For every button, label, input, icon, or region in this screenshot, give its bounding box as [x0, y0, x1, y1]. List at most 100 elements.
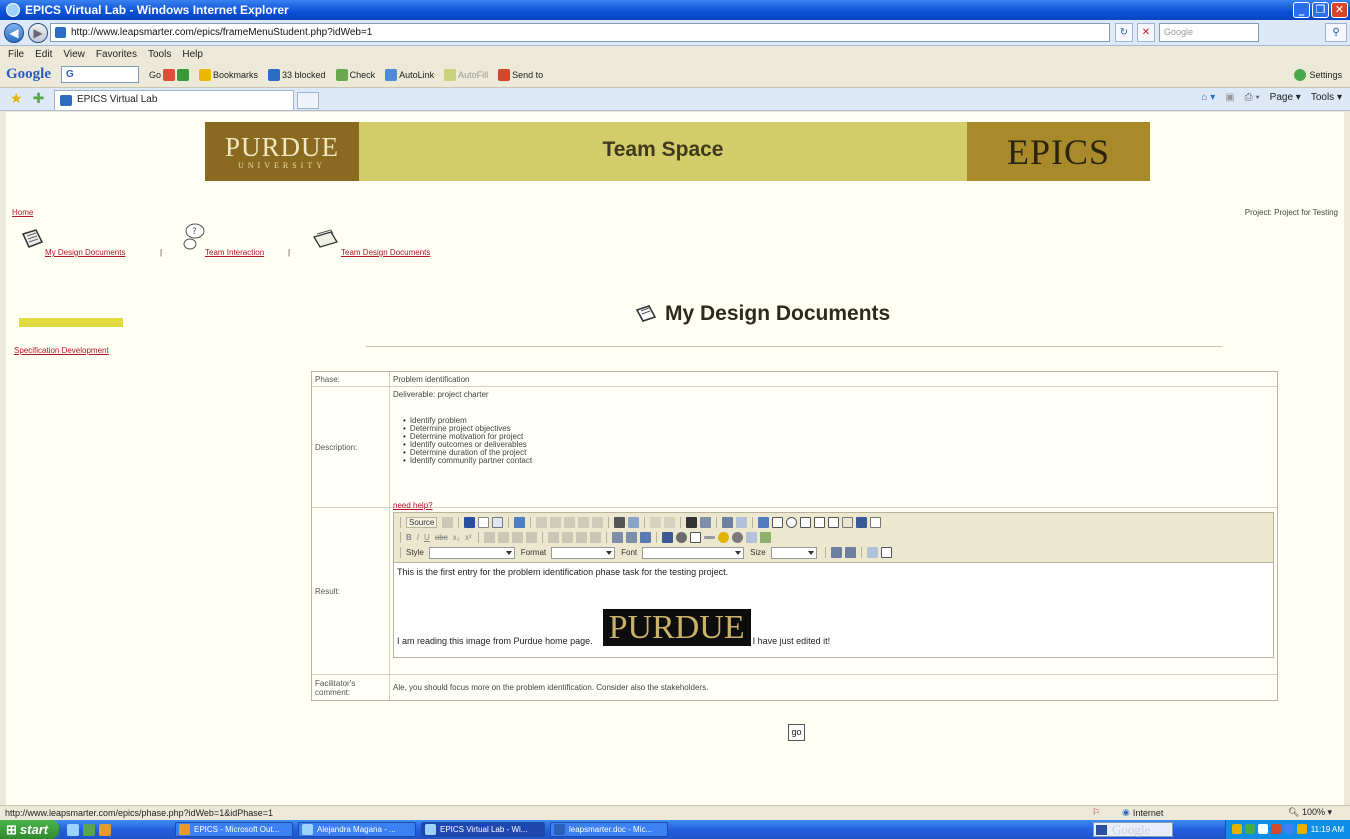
numbered-list-icon[interactable] — [484, 532, 496, 543]
new-tab-button[interactable] — [297, 92, 319, 109]
textarea-icon[interactable] — [814, 517, 826, 528]
font-select[interactable] — [642, 546, 745, 559]
underline-icon[interactable]: U — [424, 533, 430, 542]
search-go-icon[interactable]: ⚲ — [1325, 23, 1347, 42]
stop-button[interactable]: ✕ — [1137, 23, 1155, 42]
send-to-button[interactable]: Send to — [498, 68, 543, 81]
maximize-editor-icon[interactable] — [866, 547, 878, 558]
form-icon[interactable] — [758, 517, 770, 528]
insert-html-icon[interactable] — [760, 532, 772, 543]
purdue-image[interactable]: PURDUE — [602, 609, 751, 646]
check-button[interactable]: Check — [335, 68, 375, 81]
close-button[interactable]: ✕ — [1331, 2, 1348, 18]
print-preview-icon[interactable] — [492, 517, 504, 528]
home-icon[interactable]: ⌂ ▾ — [1201, 92, 1215, 103]
tray-icon[interactable] — [1232, 824, 1242, 834]
special-char-icon[interactable] — [732, 532, 744, 543]
bookmarks-button[interactable]: Bookmarks — [199, 68, 258, 81]
horizontal-rule-icon[interactable] — [704, 536, 716, 539]
image-icon[interactable] — [662, 532, 674, 543]
templates-icon[interactable] — [514, 517, 526, 528]
tray-icon[interactable] — [1297, 824, 1307, 834]
bold-icon[interactable]: B — [406, 533, 412, 542]
specification-development-link[interactable]: Specification Development — [14, 346, 109, 355]
active-phase-problem-identification[interactable] — [19, 318, 123, 327]
maximize-button[interactable]: ❐ — [1312, 2, 1329, 18]
hidden-field-icon[interactable] — [870, 517, 882, 528]
start-button[interactable]: ⊞ start — [0, 820, 59, 839]
quick-ie-icon[interactable] — [67, 823, 79, 836]
tab-epics-virtual-lab[interactable]: EPICS Virtual Lab — [54, 90, 294, 110]
subscript-icon[interactable]: x₂ — [453, 533, 460, 542]
task-epics-virtual-lab[interactable]: EPICS Virtual Lab - Wi... — [421, 822, 545, 837]
search-input[interactable]: Google — [1159, 23, 1259, 42]
about-icon[interactable] — [880, 547, 892, 558]
back-button[interactable]: ◀ — [4, 22, 24, 43]
justify-icon[interactable] — [590, 532, 602, 543]
text-color-icon[interactable] — [830, 547, 842, 558]
refresh-button[interactable]: ↻ — [1115, 23, 1133, 42]
google-search-input[interactable]: G — [61, 66, 139, 83]
image-button-icon[interactable] — [856, 517, 868, 528]
size-select[interactable] — [770, 546, 817, 559]
quick-outlook-icon[interactable] — [99, 823, 111, 836]
menu-help[interactable]: Help — [182, 49, 203, 60]
copy-icon[interactable] — [550, 517, 562, 528]
minimize-button[interactable]: _ — [1293, 2, 1310, 18]
page-menu[interactable]: Page ▾ — [1270, 92, 1301, 103]
google-go-button[interactable]: Go — [149, 68, 190, 81]
preview-icon[interactable] — [442, 517, 454, 528]
menu-favorites[interactable]: Favorites — [96, 49, 137, 60]
home-link[interactable]: Home — [12, 208, 33, 217]
remove-format-icon[interactable] — [736, 517, 748, 528]
superscript-icon[interactable]: x² — [465, 533, 472, 542]
button-field-icon[interactable] — [842, 517, 854, 528]
tray-icon[interactable] — [1245, 824, 1255, 834]
settings-button[interactable]: Settings — [1294, 69, 1342, 81]
forward-button[interactable]: ▶ — [28, 22, 48, 43]
anchor-icon[interactable] — [640, 532, 652, 543]
save-icon[interactable] — [464, 517, 476, 528]
task-outlook[interactable]: EPICS - Microsoft Out... — [175, 822, 293, 837]
align-center-icon[interactable] — [562, 532, 574, 543]
paste-icon[interactable] — [564, 517, 576, 528]
undo-icon[interactable] — [650, 517, 662, 528]
team-documents-icon[interactable] — [311, 228, 341, 250]
background-color-icon[interactable] — [844, 547, 856, 558]
tools-menu[interactable]: Tools ▾ — [1311, 92, 1342, 103]
spellcheck-icon[interactable] — [628, 517, 640, 528]
paste-word-icon[interactable] — [592, 517, 604, 528]
radio-icon[interactable] — [786, 517, 798, 528]
task-word-doc[interactable]: leapsmarter.doc - Mic... — [550, 822, 668, 837]
print-icon[interactable]: ⎙ ▾ — [1245, 92, 1260, 103]
find-icon[interactable] — [686, 517, 698, 528]
team-interaction-link[interactable]: Team Interaction — [205, 248, 264, 257]
menu-edit[interactable]: Edit — [35, 49, 52, 60]
source-button[interactable]: Source — [406, 517, 438, 528]
add-favorites-icon[interactable]: ✚ — [33, 91, 45, 107]
tray-icon[interactable] — [1284, 824, 1294, 834]
autofill-button[interactable]: AutoFill — [444, 68, 488, 81]
italic-icon[interactable]: I — [417, 533, 419, 542]
select-all-icon[interactable] — [722, 517, 734, 528]
strike-icon[interactable]: abc — [435, 533, 448, 542]
select-field-icon[interactable] — [828, 517, 840, 528]
team-design-documents-link[interactable]: Team Design Documents — [341, 248, 430, 257]
checkbox-icon[interactable] — [772, 517, 784, 528]
autolink-button[interactable]: AutoLink — [385, 68, 434, 81]
menu-tools[interactable]: Tools — [148, 49, 171, 60]
menu-file[interactable]: File — [8, 49, 24, 60]
page-break-icon[interactable] — [746, 532, 758, 543]
design-documents-icon[interactable] — [20, 228, 46, 250]
style-select[interactable] — [428, 546, 515, 559]
smiley-icon[interactable] — [718, 532, 730, 543]
popup-blocked-button[interactable]: 33 blocked — [268, 68, 326, 81]
textfield-icon[interactable] — [800, 517, 812, 528]
url-input[interactable]: http://www.leapsmarter.com/epics/frameMe… — [50, 23, 1110, 42]
menu-view[interactable]: View — [63, 49, 85, 60]
feeds-icon[interactable]: ▣ — [1225, 92, 1234, 103]
redo-icon[interactable] — [664, 517, 676, 528]
my-design-documents-link[interactable]: My Design Documents — [45, 248, 125, 257]
zoom-level[interactable]: 🔍︎ 100% ▾ — [1288, 807, 1332, 818]
tray-icon[interactable] — [1271, 824, 1281, 834]
